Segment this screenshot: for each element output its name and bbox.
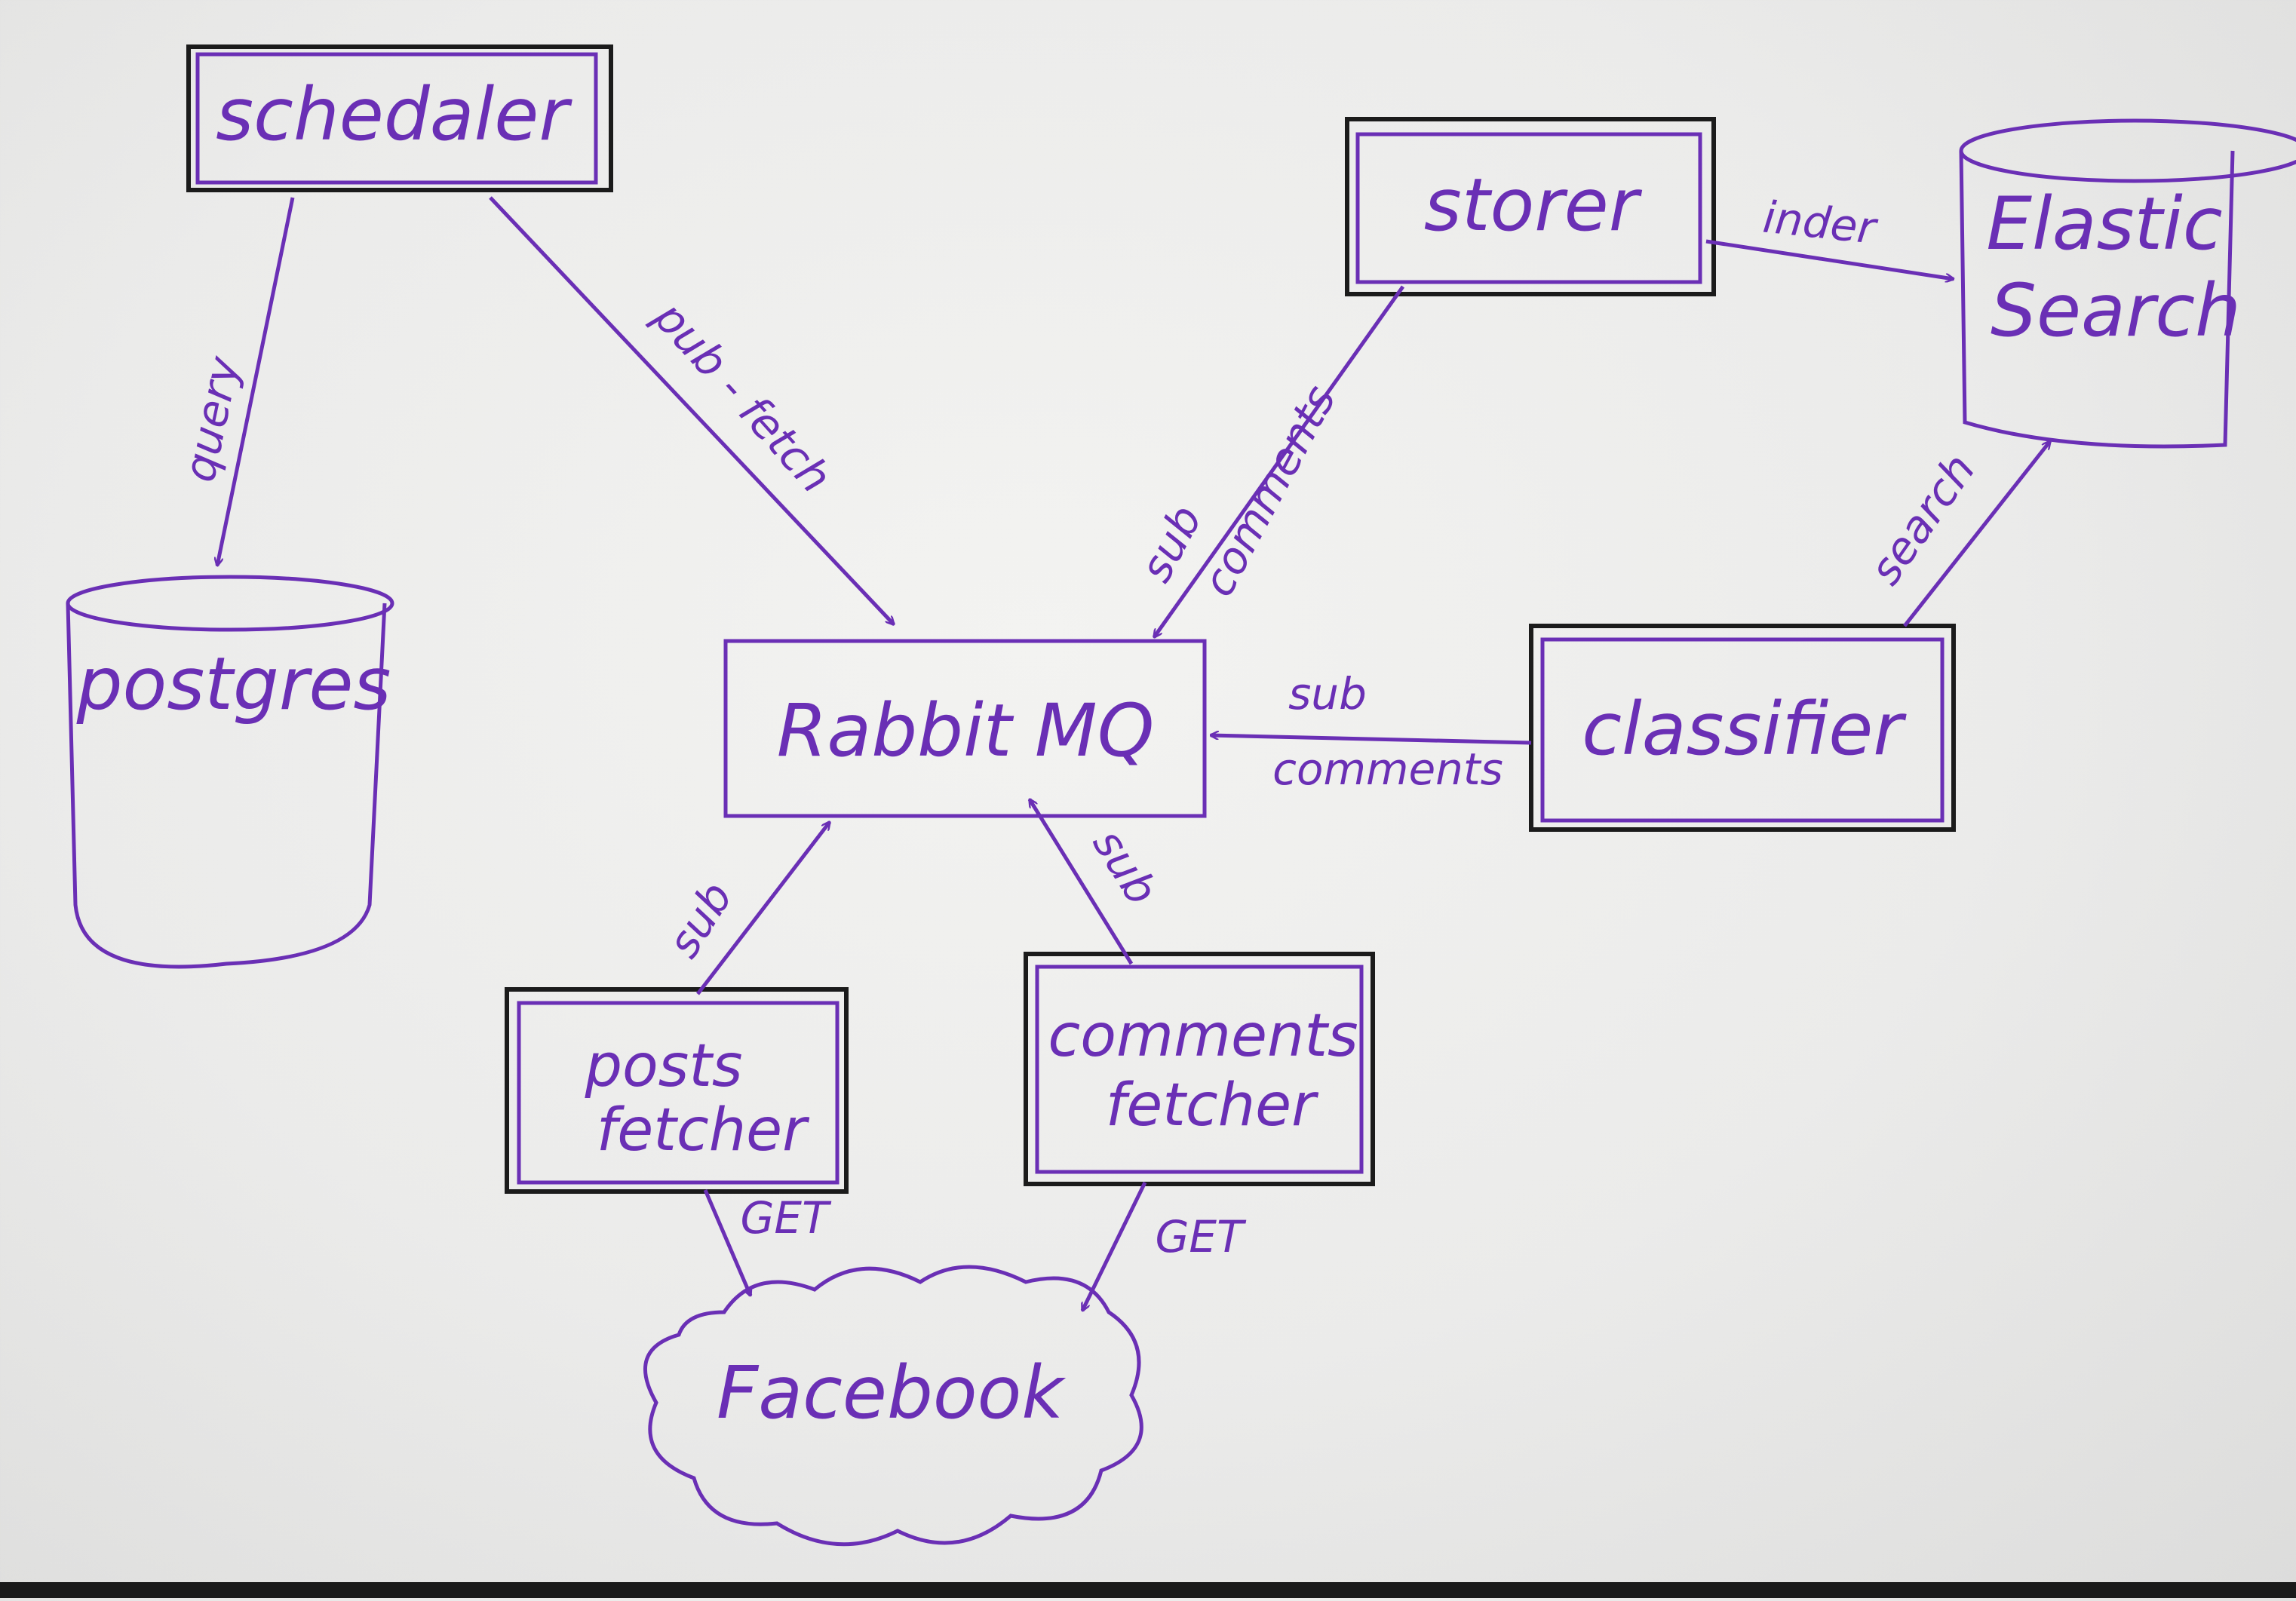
diagram-canvas: schedaler storer Elastic Search postgres… bbox=[0, 0, 2296, 1598]
elasticsearch-node: Elastic Search bbox=[1959, 118, 2296, 449]
edge-label-search: search bbox=[1859, 445, 1985, 594]
photo-edge-strip bbox=[0, 1582, 2296, 1598]
storer-label: storer bbox=[1424, 163, 1643, 247]
postgres-label: postgres bbox=[76, 642, 391, 726]
edge-comments-fetcher-facebook bbox=[1080, 1181, 1147, 1311]
edge-label-posts-get: GET bbox=[740, 1192, 832, 1244]
edge-scheduler-rabbitmq bbox=[489, 196, 894, 624]
posts-fetcher-node: posts fetcher bbox=[505, 987, 849, 1194]
comments-fetcher-label-line2: fetcher bbox=[1106, 1072, 1319, 1139]
scheduler-label: schedaler bbox=[216, 72, 572, 157]
posts-fetcher-label-line2: fetcher bbox=[597, 1096, 810, 1164]
elasticsearch-label-line2: Search bbox=[1991, 268, 2241, 353]
edge-label-classifier-comments: comments bbox=[1272, 744, 1503, 795]
comments-fetcher-node: comments fetcher bbox=[1024, 952, 1375, 1186]
architecture-diagram: schedaler storer Elastic Search postgres… bbox=[66, 44, 2296, 1547]
elasticsearch-label-line1: Elastic bbox=[1986, 182, 2222, 266]
edge-classifier-rabbitmq bbox=[1211, 735, 1532, 745]
edge-label-index: inder bbox=[1760, 191, 1880, 254]
edge-label-classifier-sub: sub bbox=[1288, 668, 1367, 719]
rabbitmq-node: Rabbit MQ bbox=[723, 639, 1207, 818]
posts-fetcher-label-line1: posts bbox=[584, 1032, 742, 1100]
classifier-node: classifier bbox=[1529, 624, 1956, 832]
facebook-node: Facebook bbox=[643, 1265, 1143, 1547]
comments-fetcher-label-line1: comments bbox=[1048, 1002, 1358, 1070]
rabbitmq-label: Rabbit MQ bbox=[777, 689, 1155, 773]
postgres-node: postgres bbox=[66, 575, 394, 969]
edge-label-pub-fetch: pub - fetch bbox=[643, 291, 841, 503]
edge-label-comments-sub: sub bbox=[1083, 820, 1168, 913]
edge-label-comments-get: GET bbox=[1155, 1211, 1247, 1262]
classifier-label: classifier bbox=[1582, 687, 1907, 771]
scheduler-node: schedaler bbox=[186, 44, 613, 192]
facebook-label: Facebook bbox=[717, 1351, 1066, 1435]
storer-node: storer bbox=[1345, 117, 1716, 296]
edge-label-storer-comments: comments bbox=[1193, 377, 1346, 605]
